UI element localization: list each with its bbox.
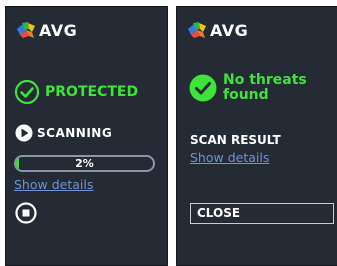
avg-logo: AVG	[16, 21, 77, 40]
stop-button[interactable]	[15, 202, 37, 224]
scanning-label: SCANNING	[37, 126, 113, 140]
scan-progress-bar: 2%	[14, 155, 155, 172]
progress-label: 2%	[75, 157, 94, 170]
status-text: PROTECTED	[45, 84, 139, 100]
scan-result-label: SCAN RESULT	[190, 133, 281, 147]
avg-logo-icon	[17, 22, 35, 38]
avg-logo-icon	[188, 22, 206, 38]
show-details-link[interactable]: Show details	[14, 177, 93, 192]
show-details-link[interactable]: Show details	[190, 150, 269, 165]
status-line-2: found	[223, 87, 269, 103]
right-panel: AVG No threats found SCAN RESULT Show de…	[176, 6, 337, 266]
check-filled-icon	[189, 74, 217, 102]
stop-icon	[22, 209, 30, 217]
status-line-1: No threats	[223, 72, 307, 88]
play-icon[interactable]	[15, 124, 33, 142]
no-threats-status: No threats found	[188, 73, 307, 103]
close-button[interactable]: CLOSE	[190, 203, 334, 224]
left-panel: AVG PROTECTED SCANNING 2% Show details	[5, 6, 168, 266]
scanning-row: SCANNING	[15, 124, 112, 142]
protected-status: PROTECTED	[14, 79, 138, 105]
logo-text: AVG	[210, 21, 249, 40]
avg-logo: AVG	[187, 21, 248, 40]
check-circle-icon	[14, 79, 40, 105]
logo-text: AVG	[39, 21, 78, 40]
